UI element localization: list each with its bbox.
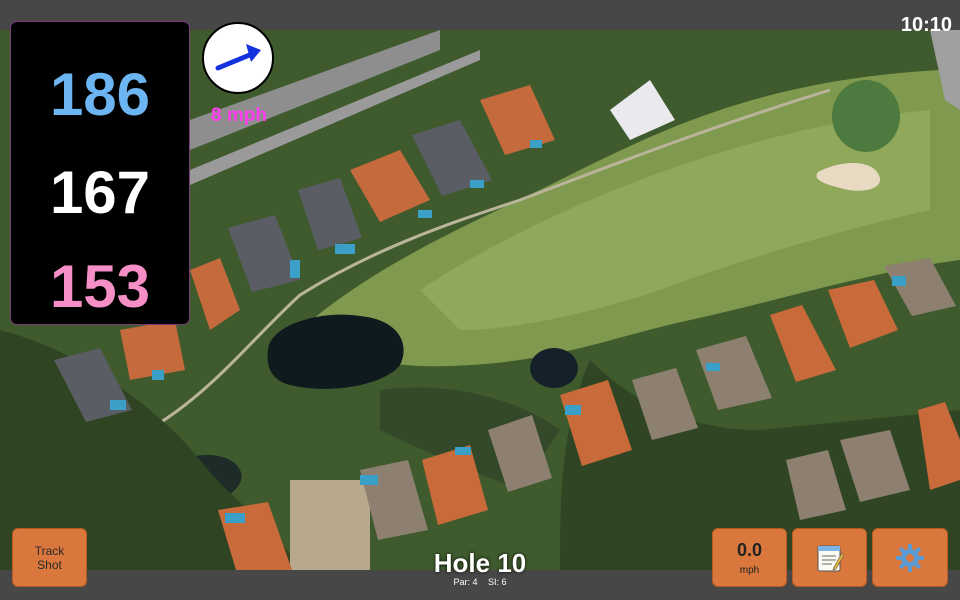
- back-distance: 186: [49, 61, 151, 128]
- front-distance: 153: [49, 253, 151, 320]
- wind-speed-button[interactable]: 0.0 mph: [712, 528, 787, 587]
- track-shot-button[interactable]: Track Shot: [12, 528, 87, 587]
- notepad-icon: [817, 545, 844, 571]
- distance-panel: 186 167 153: [11, 22, 189, 324]
- hole-title: Hole 10: [433, 548, 527, 578]
- hole-par: Par: 4: [453, 577, 478, 587]
- hole-info: Par: 4 SI: 6: [380, 577, 580, 587]
- hole-si: SI: 6: [488, 577, 507, 587]
- gear-icon: [896, 543, 924, 572]
- wind-speed-label: 8 mph: [211, 105, 267, 126]
- clock: 10:10: [900, 14, 952, 36]
- settings-button[interactable]: [872, 528, 948, 587]
- track-shot-label-line2: Shot: [37, 557, 62, 572]
- wind-value: 0.0: [736, 539, 763, 560]
- notes-button[interactable]: [792, 528, 867, 587]
- track-shot-label-line1: Track: [34, 543, 65, 558]
- wind-unit: mph: [739, 564, 760, 576]
- wind-arrow-icon: [215, 44, 261, 71]
- wind-compass: [202, 22, 274, 94]
- center-distance: 167: [49, 159, 151, 226]
